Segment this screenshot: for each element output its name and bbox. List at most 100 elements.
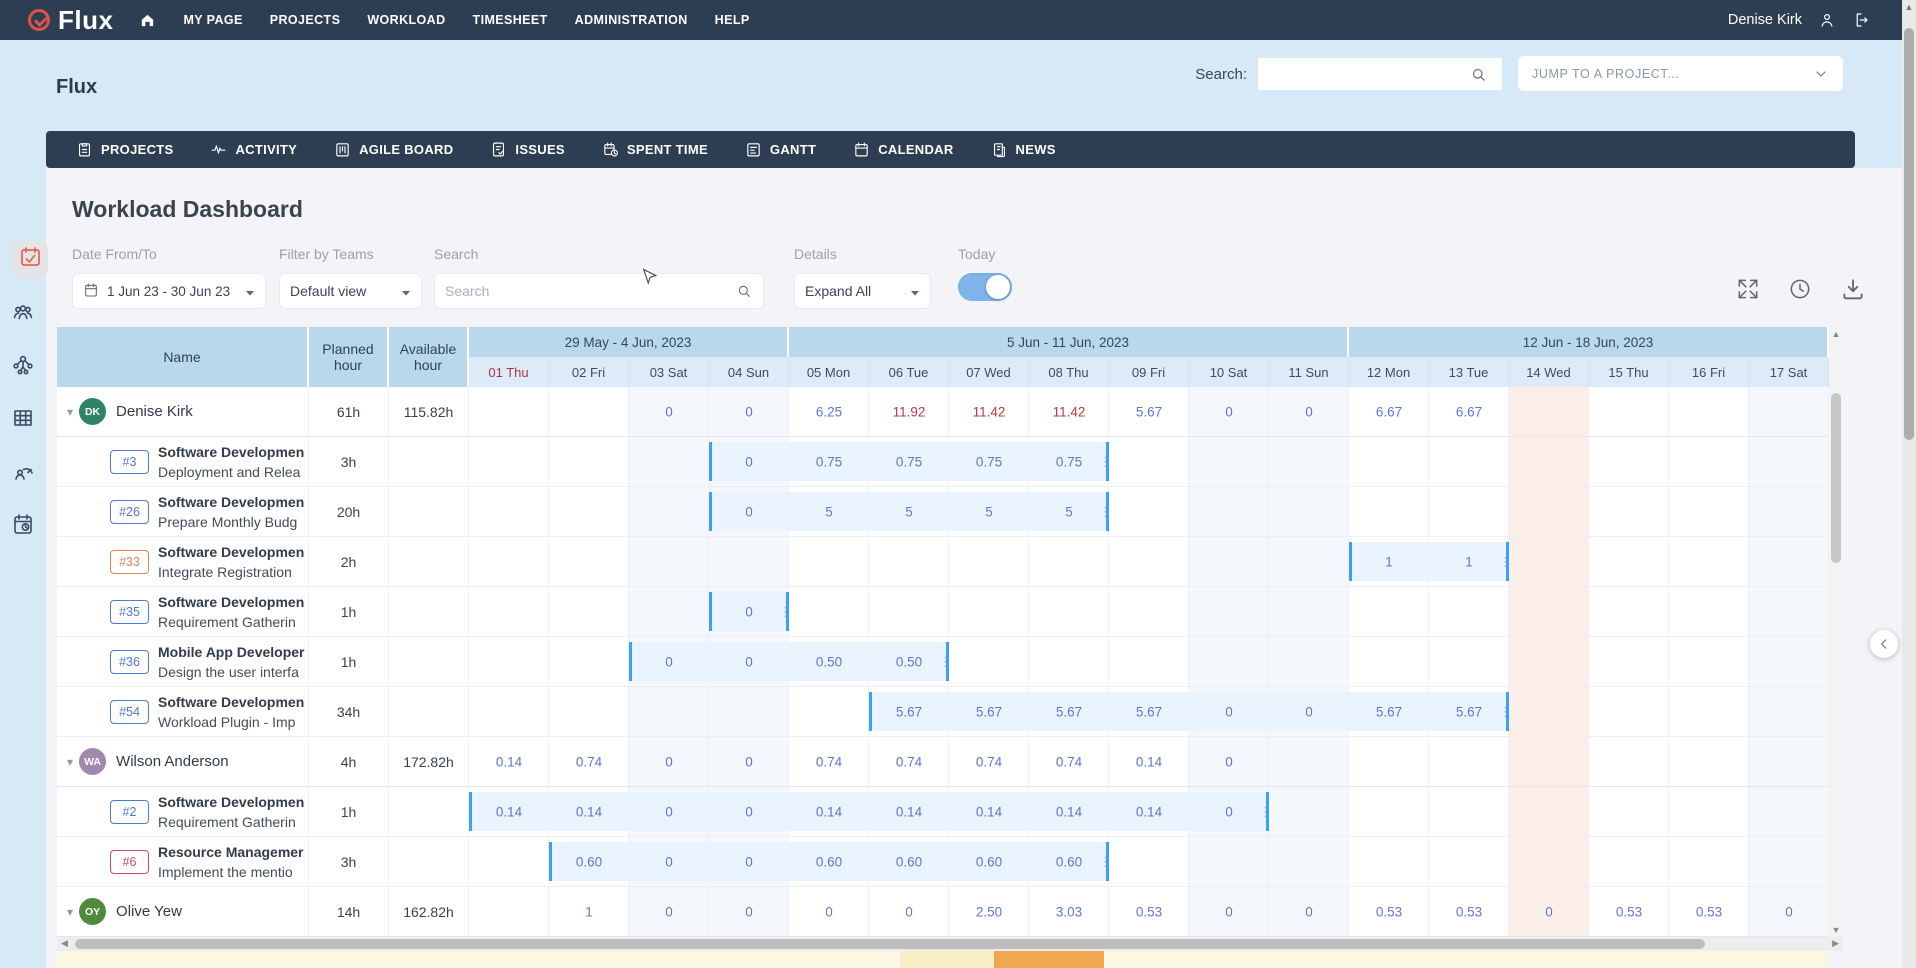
day-cell bbox=[1269, 737, 1349, 786]
scrollbar-thumb[interactable] bbox=[75, 939, 1705, 949]
menu-item-help[interactable]: HELP bbox=[715, 13, 750, 27]
sidebar-item-planning[interactable] bbox=[11, 512, 35, 536]
collapse-panel-button[interactable] bbox=[1870, 630, 1898, 658]
table-search-input[interactable] bbox=[445, 283, 736, 299]
workload-value: 0 bbox=[709, 804, 789, 819]
week-group-header: 5 Jun - 11 Jun, 2023 bbox=[789, 327, 1349, 357]
day-header: 13 Tue bbox=[1429, 357, 1509, 387]
bar-resize-handle-icon[interactable]: ⋮ bbox=[1499, 704, 1512, 720]
teams-select[interactable]: Default view bbox=[279, 273, 422, 309]
tab-projects[interactable]: PROJECTS bbox=[76, 141, 173, 158]
day-cell bbox=[1589, 437, 1669, 486]
bar-resize-handle-icon[interactable]: ⋮ bbox=[1259, 804, 1272, 820]
issue-badge[interactable]: #36 bbox=[110, 650, 149, 674]
task-row: #35Software DevelopmenRequirement Gather… bbox=[57, 587, 1829, 637]
current-user[interactable]: Denise Kirk bbox=[1728, 12, 1802, 28]
issue-badge[interactable]: #35 bbox=[110, 600, 149, 624]
tab-gantt[interactable]: GANTT bbox=[745, 141, 816, 158]
menu-item-administration[interactable]: ADMINISTRATION bbox=[575, 13, 688, 27]
scrollbar-thumb[interactable] bbox=[1904, 28, 1914, 440]
issue-badge[interactable]: #54 bbox=[110, 700, 149, 724]
available-hours: 162.82h bbox=[389, 887, 469, 936]
tab-calendar[interactable]: CALENDAR bbox=[853, 141, 953, 158]
day-cell bbox=[469, 537, 549, 586]
tab-news[interactable]: NEWS bbox=[991, 141, 1056, 158]
day-cell bbox=[1029, 537, 1109, 586]
navbar-right: Denise Kirk bbox=[1728, 11, 1870, 29]
today-toggle[interactable] bbox=[958, 273, 1012, 301]
issue-badge[interactable]: #26 bbox=[110, 500, 149, 524]
teams-filter-label: Filter by Teams bbox=[279, 246, 422, 262]
workload-value: 0.60 bbox=[789, 854, 869, 869]
table-horizontal-scrollbar[interactable]: ◀ ▶ bbox=[57, 937, 1843, 951]
sidebar-item-workload[interactable] bbox=[11, 241, 48, 278]
bar-resize-handle-icon[interactable]: ⋮ bbox=[779, 604, 792, 620]
sidebar-item-grid[interactable] bbox=[11, 406, 35, 430]
workload-value: 0 bbox=[1749, 904, 1829, 919]
day-cell bbox=[629, 487, 709, 536]
menu-item-timesheet[interactable]: TIMESHEET bbox=[473, 13, 548, 27]
workload-value: 0.14 bbox=[869, 804, 949, 819]
search-icon[interactable] bbox=[1470, 66, 1487, 83]
expand-caret-icon[interactable]: ▾ bbox=[67, 755, 73, 769]
menu-item-my-page[interactable]: MY PAGE bbox=[183, 13, 242, 27]
projects-icon bbox=[76, 141, 93, 158]
tab-spent-time[interactable]: SPENT TIME bbox=[602, 141, 708, 158]
table-vertical-scrollbar[interactable]: ▲ ▼ bbox=[1829, 327, 1843, 937]
day-cell bbox=[1669, 537, 1749, 586]
fullscreen-icon[interactable] bbox=[1735, 276, 1761, 302]
issue-badge[interactable]: #3 bbox=[110, 450, 149, 474]
page-scrollbar[interactable]: ▲ bbox=[1902, 0, 1916, 968]
expand-caret-icon[interactable]: ▾ bbox=[67, 405, 73, 419]
issue-badge[interactable]: #6 bbox=[110, 850, 149, 874]
bar-resize-handle-icon[interactable]: ⋮ bbox=[1099, 454, 1112, 470]
day-cell bbox=[1269, 637, 1349, 686]
heat-segment-orange bbox=[994, 951, 1104, 968]
day-cell bbox=[1429, 587, 1509, 636]
global-search-input[interactable] bbox=[1258, 58, 1502, 90]
day-cell bbox=[1429, 487, 1509, 536]
date-range-picker[interactable]: 1 Jun 23 - 30 Jun 23 bbox=[72, 273, 266, 309]
workload-value: 0.60 bbox=[549, 854, 629, 869]
download-icon[interactable] bbox=[1840, 276, 1866, 302]
jump-to-project-select[interactable]: JUMP TO A PROJECT... bbox=[1518, 56, 1843, 91]
issue-badge[interactable]: #2 bbox=[110, 800, 149, 824]
day-cell bbox=[1429, 637, 1509, 686]
search-icon[interactable] bbox=[736, 283, 753, 300]
sidebar-item-performance[interactable] bbox=[11, 459, 35, 483]
menu-item-projects[interactable]: PROJECTS bbox=[270, 13, 341, 27]
day-cell bbox=[1509, 537, 1589, 586]
planned-hours: 20h bbox=[309, 487, 389, 536]
tab-issues[interactable]: ISSUES bbox=[490, 141, 564, 158]
activity-icon bbox=[210, 141, 227, 158]
day-cell bbox=[1029, 587, 1109, 636]
sidebar-item-hierarchy[interactable] bbox=[11, 353, 35, 377]
sidebar-item-teams[interactable] bbox=[11, 300, 35, 324]
expand-caret-icon[interactable]: ▾ bbox=[67, 905, 73, 919]
bar-resize-handle-icon[interactable]: ⋮ bbox=[1499, 554, 1512, 570]
bar-resize-handle-icon[interactable]: ⋮ bbox=[1099, 854, 1112, 870]
agile-board-icon bbox=[334, 141, 351, 158]
details-select[interactable]: Expand All bbox=[794, 273, 931, 309]
tab-activity[interactable]: ACTIVITY bbox=[210, 141, 297, 158]
workload-value: 0 bbox=[1269, 904, 1349, 919]
day-cell bbox=[1509, 587, 1589, 636]
day-header: 15 Thu bbox=[1589, 357, 1669, 387]
bar-resize-handle-icon[interactable]: ⋮ bbox=[1099, 504, 1112, 520]
workload-value: 0.74 bbox=[949, 754, 1029, 769]
day-cell bbox=[1749, 437, 1829, 486]
logout-icon[interactable] bbox=[1852, 11, 1870, 29]
caret-down-icon bbox=[398, 285, 411, 298]
history-icon[interactable] bbox=[1787, 276, 1813, 302]
app-logo[interactable]: Flux bbox=[28, 5, 113, 36]
day-cell bbox=[1029, 637, 1109, 686]
user-icon[interactable] bbox=[1818, 11, 1836, 29]
workload-calendar-icon bbox=[18, 245, 42, 274]
scrollbar-thumb[interactable] bbox=[1831, 393, 1841, 563]
issue-badge[interactable]: #33 bbox=[110, 550, 149, 574]
task-title: Software Developmen bbox=[158, 694, 304, 710]
tab-agile-board[interactable]: AGILE BOARD bbox=[334, 141, 453, 158]
menu-item-workload[interactable]: WORKLOAD bbox=[367, 13, 445, 27]
home-icon[interactable] bbox=[139, 12, 156, 29]
bar-resize-handle-icon[interactable]: ⋮ bbox=[939, 654, 952, 670]
